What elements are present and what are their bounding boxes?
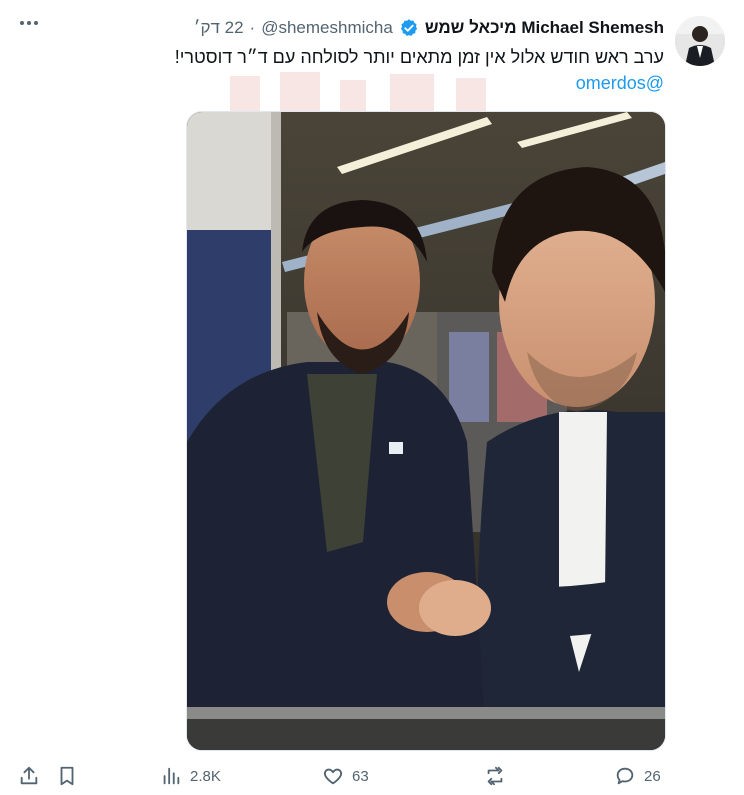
display-name[interactable]: Michael Shemesh מיכאל שמש bbox=[425, 18, 664, 38]
verified-icon bbox=[400, 19, 417, 36]
avatar[interactable] bbox=[675, 16, 725, 66]
more-options-icon[interactable] bbox=[18, 12, 40, 34]
photo-image bbox=[187, 112, 665, 750]
bookmark-icon bbox=[60, 766, 74, 786]
more-dot bbox=[20, 21, 24, 25]
more-dot bbox=[27, 21, 31, 25]
share-icon bbox=[20, 766, 38, 785]
tweet-header: Michael Shemesh מיכאל שמש @shemeshmicha … bbox=[194, 16, 664, 40]
share-button[interactable] bbox=[18, 764, 40, 788]
avatar-image bbox=[675, 16, 725, 66]
reply-button[interactable]: 26 bbox=[614, 764, 661, 788]
reply-count: 26 bbox=[644, 767, 661, 785]
like-icon bbox=[323, 768, 343, 785]
views-button[interactable]: 2.8K bbox=[160, 764, 221, 788]
separator-dot: · bbox=[249, 18, 256, 37]
action-bar: 2.8K 63 26 bbox=[0, 760, 744, 794]
like-button[interactable]: 63 bbox=[322, 764, 369, 788]
retweet-icon bbox=[487, 766, 503, 786]
bookmark-button[interactable] bbox=[56, 764, 78, 788]
timestamp[interactable]: 22 דק׳ bbox=[194, 18, 244, 38]
retweet-button[interactable] bbox=[484, 764, 514, 788]
tweet-body: ערב ראש חודש אלול אין זמן מתאים יותר לסו… bbox=[174, 47, 664, 67]
like-count: 63 bbox=[352, 767, 369, 785]
views-icon bbox=[163, 767, 180, 785]
tweet-card[interactable]: Michael Shemesh מיכאל שמש @shemeshmicha … bbox=[0, 0, 744, 795]
more-dot bbox=[34, 21, 38, 25]
reply-icon bbox=[616, 767, 634, 785]
tweet-photo[interactable] bbox=[186, 111, 666, 751]
views-count: 2.8K bbox=[190, 767, 221, 785]
handle[interactable]: @shemeshmicha bbox=[261, 18, 393, 38]
